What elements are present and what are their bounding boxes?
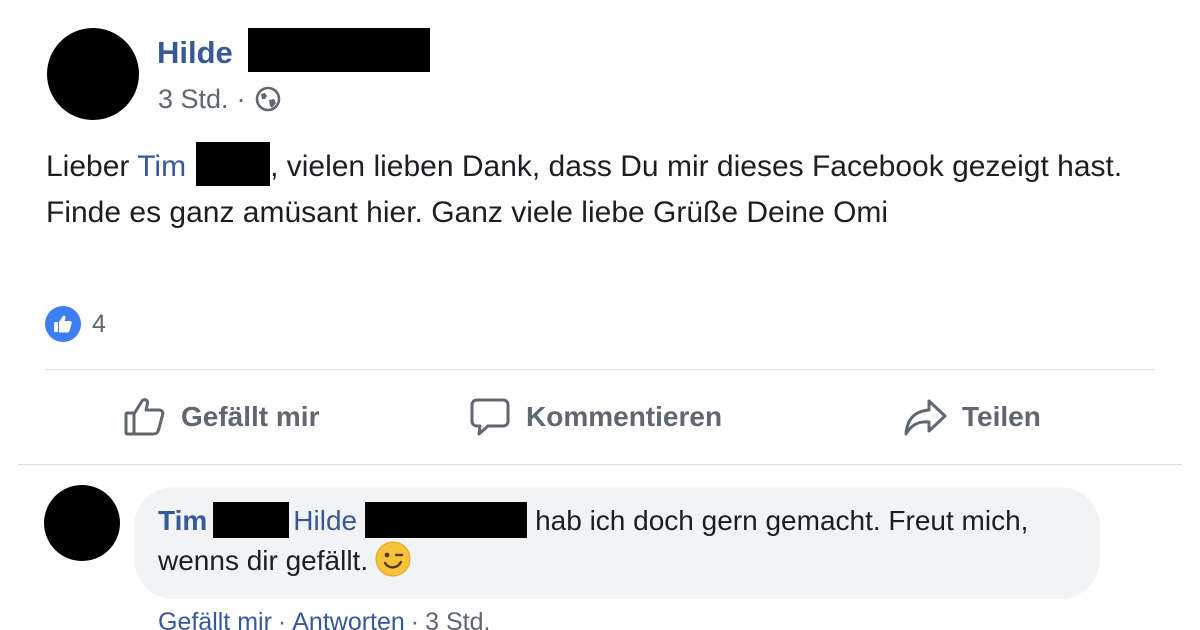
comment-timestamp[interactable]: 3 Std. <box>425 608 490 630</box>
redacted-mention-surname <box>365 502 528 538</box>
comment-separator: · <box>277 608 287 630</box>
share-arrow-icon <box>904 399 947 436</box>
post-meta: 3 Std. · <box>158 82 282 116</box>
divider <box>18 464 1182 465</box>
comment-reply-link[interactable]: Antworten <box>292 608 405 630</box>
share-button[interactable]: Teilen <box>902 392 1041 442</box>
like-button[interactable]: Gefällt mir <box>123 392 319 442</box>
comment-button-label: Kommentieren <box>526 401 723 432</box>
comment-actions: Gefällt mir · Antworten · 3 Std. <box>158 606 490 630</box>
divider <box>45 369 1155 370</box>
author-name[interactable]: Hilde <box>157 33 233 73</box>
reactions-summary[interactable]: 4 <box>45 306 106 342</box>
comment-text: Tim Hilde hab ich doch gern gemacht. Freut… <box>158 502 1058 580</box>
comment-button[interactable]: Kommentieren <box>468 392 722 442</box>
like-icon <box>45 306 81 342</box>
post-text-intro: Lieber <box>46 150 138 183</box>
globe-icon[interactable] <box>254 85 282 113</box>
like-button-label: Gefällt mir <box>181 401 320 432</box>
speech-bubble-icon <box>470 398 510 436</box>
comment-author[interactable]: Tim <box>158 505 207 536</box>
winking-face-icon <box>374 540 412 578</box>
redacted-surname <box>248 28 430 72</box>
facebook-post: Hilde 3 Std. · Lieber Tim, vielen lieben… <box>0 0 1200 630</box>
share-button-label: Teilen <box>962 401 1041 432</box>
meta-separator: · <box>236 84 246 114</box>
post-timestamp[interactable]: 3 Std. <box>158 82 229 116</box>
post-text: Lieber Tim, vielen lieben Dank, dass Du … <box>46 142 1156 236</box>
author-avatar[interactable] <box>47 28 139 120</box>
comment-like-link[interactable]: Gefällt mir <box>158 608 272 630</box>
like-count: 4 <box>92 309 106 338</box>
comment-separator: · <box>410 608 420 630</box>
commenter-avatar[interactable] <box>44 485 120 561</box>
redacted-mention-surname <box>196 142 271 186</box>
thumbs-up-icon <box>124 398 165 436</box>
mention-link[interactable]: Tim <box>137 150 186 183</box>
redacted-commenter-surname <box>213 502 290 538</box>
comment-mention[interactable]: Hilde <box>293 505 357 536</box>
